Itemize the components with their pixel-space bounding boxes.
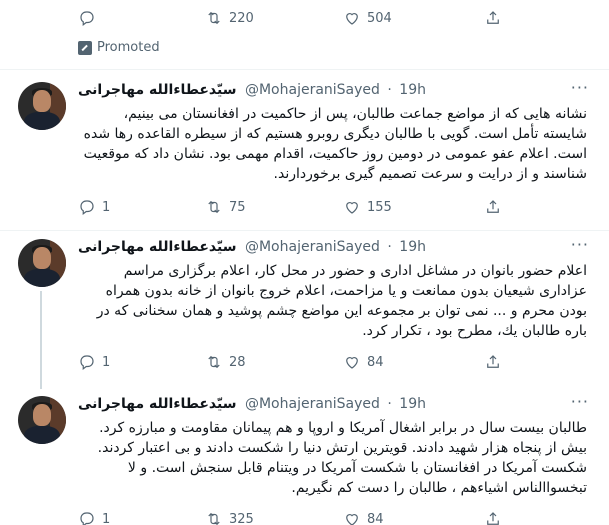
more-icon[interactable]: ··· (571, 392, 589, 411)
more-icon[interactable]: ··· (571, 235, 589, 254)
reply-count: 1 (102, 511, 111, 525)
promoted-text: Promoted (97, 40, 160, 55)
reply-icon (80, 200, 94, 215)
retweet-count: 75 (229, 199, 246, 215)
share-button[interactable] (484, 198, 502, 216)
tweet-text: نشانه هایی که از مواضع جماعت طالبان، پس … (83, 106, 587, 182)
avatar[interactable] (18, 82, 66, 130)
reply-count: 1 (102, 199, 111, 215)
tweet-1[interactable]: سیّدعطاءالله مهاجرانی @MohajeraniSayed ·… (0, 78, 609, 230)
share-button[interactable] (484, 9, 502, 27)
promoted-label: Promoted (78, 40, 160, 55)
retweet-count: 220 (229, 10, 254, 26)
reply-button[interactable]: 1 (78, 198, 110, 216)
avatar[interactable] (18, 396, 66, 444)
reply-icon (80, 355, 94, 370)
tweet-text: اعلام حضور بانوان در مشاغل اداری و حضور … (96, 263, 587, 339)
like-button[interactable]: 84 (343, 353, 384, 371)
like-icon (346, 202, 358, 214)
tweet-2[interactable]: سیّدعطاءالله مهاجرانی @MohajeraniSayed ·… (0, 235, 609, 389)
share-button[interactable] (484, 353, 502, 371)
retweet-count: 28 (229, 354, 246, 370)
tweet-actions: 1 325 84 (0, 510, 609, 525)
tweet-3[interactable]: سیّدعطاءالله مهاجرانی @MohajeraniSayed ·… (0, 392, 609, 525)
share-button[interactable] (484, 510, 502, 525)
like-icon (346, 13, 358, 25)
share-icon (487, 200, 499, 213)
like-icon (346, 514, 358, 525)
like-count: 155 (367, 199, 392, 215)
retweet-icon (208, 11, 220, 25)
reply-button[interactable] (78, 9, 96, 27)
like-count: 504 (367, 10, 392, 26)
like-icon (346, 357, 358, 369)
retweet-button[interactable]: 28 (205, 353, 246, 371)
tweet-header: سیّدعطاءالله مهاجرانی @MohajeraniSayed ·… (78, 396, 565, 416)
display-name[interactable]: سیّدعطاءالله مهاجرانی (78, 82, 237, 98)
reply-button[interactable]: 1 (78, 510, 110, 525)
promoted-icon (78, 40, 92, 55)
tweet-header: سیّدعطاءالله مهاجرانی @MohajeraniSayed ·… (78, 82, 565, 102)
avatar[interactable] (18, 239, 66, 287)
user-handle[interactable]: @MohajeraniSayed (245, 239, 380, 255)
reply-button[interactable]: 1 (78, 353, 110, 371)
tweet-text: طالبان بیست سال در برابر اشغال آمریکا و … (97, 420, 587, 496)
user-handle[interactable]: @MohajeraniSayed (245, 82, 380, 98)
like-button[interactable]: 155 (343, 198, 392, 216)
divider (0, 230, 609, 231)
user-handle[interactable]: @MohajeraniSayed (245, 396, 380, 412)
previous-tweet-actions: 220 504 (0, 0, 609, 38)
retweet-button[interactable]: 75 (205, 198, 246, 216)
reply-icon (80, 11, 94, 26)
separator-dot: · (387, 82, 392, 98)
tweet-header: سیّدعطاءالله مهاجرانی @MohajeraniSayed ·… (78, 239, 565, 259)
share-icon (487, 355, 499, 368)
tweet-actions: 1 28 84 (0, 353, 609, 377)
reply-icon (80, 512, 94, 525)
retweet-icon (208, 355, 220, 369)
separator-dot: · (387, 239, 392, 255)
like-count: 84 (367, 354, 384, 370)
retweet-count: 325 (229, 511, 254, 525)
tweet-time[interactable]: 19h (399, 239, 426, 255)
tweet-time[interactable]: 19h (399, 396, 426, 412)
share-icon (487, 11, 499, 24)
like-button[interactable]: 84 (343, 510, 384, 525)
retweet-button[interactable]: 220 (205, 9, 254, 27)
more-icon[interactable]: ··· (571, 78, 589, 97)
retweet-icon (208, 200, 220, 214)
like-button[interactable]: 504 (343, 9, 392, 27)
display-name[interactable]: سیّدعطاءالله مهاجرانی (78, 396, 237, 412)
tweet-actions: 1 75 155 (0, 198, 609, 222)
retweet-button[interactable]: 325 (205, 510, 254, 525)
tweet-time[interactable]: 19h (399, 82, 426, 98)
share-icon (487, 512, 499, 525)
reply-count: 1 (102, 354, 111, 370)
display-name[interactable]: سیّدعطاءالله مهاجرانی (78, 239, 237, 255)
separator-dot: · (387, 396, 392, 412)
like-count: 84 (367, 511, 384, 525)
retweet-icon (208, 512, 220, 525)
divider (0, 69, 609, 70)
